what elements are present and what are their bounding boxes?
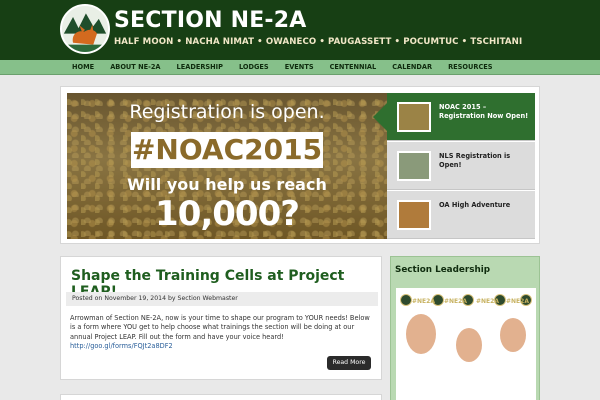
nav-item-leadership[interactable]: LEADERSHIP	[169, 60, 231, 75]
nav-item-lodges[interactable]: LODGES	[231, 60, 277, 75]
thumb-title: OA High Adventure	[439, 201, 511, 209]
person-face	[500, 318, 526, 352]
photo-tag: #NE2A	[506, 298, 529, 305]
thumb-image	[397, 102, 431, 132]
thumb-title: NOAC 2015 – Registration Now Open!	[439, 103, 529, 120]
featured-slider: Registration is open. #NOAC2015 Will you…	[60, 86, 540, 244]
nav-item-resources[interactable]: RESOURCES	[440, 60, 500, 75]
nav-item-centennial[interactable]: CENTENNIAL	[322, 60, 385, 75]
featured-slide[interactable]: Registration is open. #NOAC2015 Will you…	[67, 93, 387, 239]
nav-item-events[interactable]: EVENTS	[277, 60, 322, 75]
thumb-title: NLS Registration is Open!	[439, 152, 511, 169]
next-post-card	[60, 394, 382, 400]
nav-item-calendar[interactable]: CALENDAR	[384, 60, 440, 75]
site-header: SECTION NE-2A HALF MOON • NACHA NIMAT • …	[0, 0, 600, 60]
person-face	[456, 328, 482, 362]
post-excerpt-text: Arrowman of Section NE-2A, now is your t…	[70, 314, 370, 341]
post-meta: Posted on November 19, 2014 by Section W…	[66, 292, 378, 306]
sidebar-widget: Section Leadership #NE2A #NE2A #NE2A #NE…	[390, 256, 540, 400]
thumb-image	[397, 151, 431, 181]
slide-registration-text: Registration is open.	[129, 101, 325, 123]
slider-thumbnails: NOAC 2015 – Registration Now Open! NLS R…	[373, 93, 535, 239]
nav-item-home[interactable]: HOME	[64, 60, 102, 75]
read-more-button[interactable]: Read More	[327, 356, 371, 370]
main-nav: HOME ABOUT NE-2A LEADERSHIP LODGES EVENT…	[0, 60, 600, 75]
slider-thumb-nls[interactable]: NLS Registration is Open!	[387, 142, 535, 190]
photo-tag: #NE2A	[476, 298, 499, 305]
person-face	[406, 314, 436, 354]
badge-icon	[400, 294, 412, 306]
slide-question-line2: 10,000?	[155, 194, 300, 234]
sidebar-title: Section Leadership	[395, 265, 491, 275]
nav-item-about[interactable]: ABOUT NE-2A	[102, 60, 168, 75]
fox-logo-icon	[62, 6, 108, 52]
photo-tag: #NE2A	[412, 298, 435, 305]
site-logo[interactable]	[60, 4, 110, 54]
leadership-photo[interactable]: #NE2A #NE2A #NE2A #NE2A	[396, 288, 536, 400]
slide-hashtag: #NOAC2015	[131, 132, 323, 168]
photo-tag: #NE2A	[444, 298, 467, 305]
slider-thumb-noac[interactable]: NOAC 2015 – Registration Now Open!	[373, 93, 535, 141]
thumb-image	[397, 200, 431, 230]
site-tagline: HALF MOON • NACHA NIMAT • OWANECO • PAUG…	[114, 37, 523, 47]
slide-question-line1: Will you help us reach	[127, 175, 327, 194]
site-title[interactable]: SECTION NE-2A	[114, 8, 307, 33]
slider-thumb-high-adventure[interactable]: OA High Adventure	[387, 191, 535, 239]
post-link[interactable]: http://goo.gl/forms/FQJt2a8DF2	[70, 342, 173, 350]
post-excerpt: Arrowman of Section NE-2A, now is your t…	[70, 314, 374, 351]
